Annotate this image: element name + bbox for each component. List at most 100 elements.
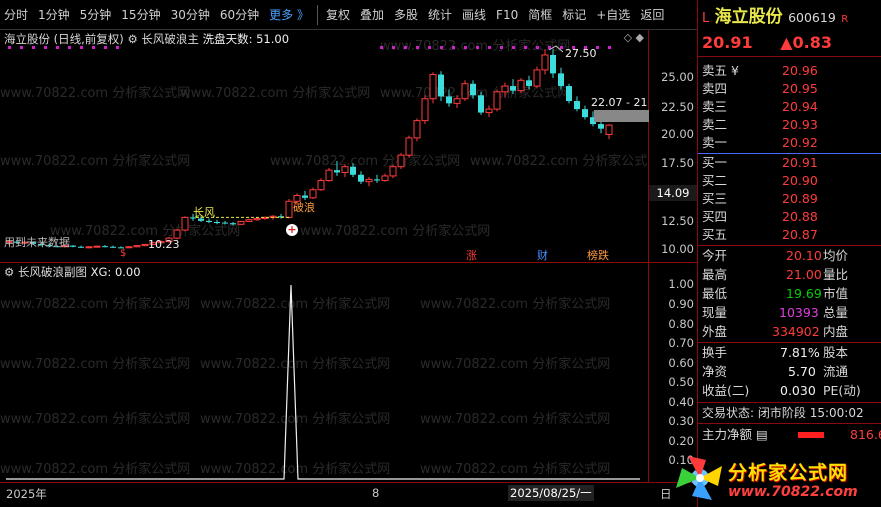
sub-indicator-chart[interactable]: www.70822.com 分析家公式网 www.70822.com 分析家公式… <box>0 262 648 482</box>
signal-dot <box>560 46 563 49</box>
signal-dot <box>8 46 11 49</box>
candle-body <box>405 137 413 156</box>
stat2-row: 收益(二) 0.030 PE(动) <box>702 382 861 400</box>
kline-chart[interactable]: www.70822.com 分析家公式网 www.70822.com 分析家公式… <box>0 30 648 262</box>
signal-dot <box>104 46 107 49</box>
buy-signal-icon[interactable]: + <box>286 224 298 236</box>
signal-dot <box>380 46 383 49</box>
y-tick: 25.00 <box>661 70 694 84</box>
ask-price: 20.93 <box>782 117 818 132</box>
back-button[interactable]: 返回 <box>635 4 669 26</box>
mark-button[interactable]: 标记 <box>557 4 591 26</box>
stat-label-2: 均价 <box>823 248 849 263</box>
y-tick: 1.00 <box>668 277 694 291</box>
candle-body <box>214 222 220 223</box>
y-tick: 22.50 <box>661 100 694 114</box>
stat-row: 外盘 334902 内盘 <box>702 323 848 341</box>
candle-body <box>309 189 317 199</box>
signal-dot <box>476 46 479 49</box>
signal-dot <box>92 46 95 49</box>
stat-value: 334902 <box>772 324 820 339</box>
bid-price: 20.87 <box>782 227 818 242</box>
divider <box>698 245 881 246</box>
candle-body <box>374 179 380 181</box>
event-cai-marker[interactable]: 财 <box>537 247 548 262</box>
candle-body <box>510 86 516 91</box>
stat2-row: 净资 5.70 流通 <box>702 363 848 381</box>
ask-price: 20.96 <box>782 63 818 78</box>
event-bang-marker[interactable]: 榜跌 <box>587 247 609 262</box>
candle-body <box>566 86 572 102</box>
candle-body <box>446 96 452 104</box>
overlay-button[interactable]: 叠加 <box>355 4 389 26</box>
candle-body <box>598 124 604 129</box>
y-tick: 0.60 <box>668 356 694 370</box>
candle-body <box>558 73 564 87</box>
bid-label: 买五 <box>702 227 728 242</box>
multi-stock-button[interactable]: 多股 <box>389 4 423 26</box>
candle-body <box>470 83 476 96</box>
candle-body <box>501 85 509 93</box>
tab-5min[interactable]: 5分钟 <box>75 4 117 26</box>
stat-label-2: 内盘 <box>823 324 849 339</box>
ask-label: 卖一 <box>702 135 728 150</box>
candle-body <box>429 74 437 100</box>
more-periods-button[interactable]: 更多 》 <box>264 4 314 26</box>
net-flow-label: 主力净额 <box>702 427 753 442</box>
candle-body <box>358 174 364 182</box>
bid-row: 买四 20.88 <box>702 208 818 226</box>
draw-line-button[interactable]: 画线 <box>457 4 491 26</box>
candle-body <box>517 79 525 92</box>
stock-code: 600619 <box>788 10 836 25</box>
y-tick: 0.70 <box>668 336 694 350</box>
tab-fenshi[interactable]: 分时 <box>0 4 33 26</box>
stat-label-2: 量比 <box>823 267 849 282</box>
event-s-marker[interactable]: $ <box>120 248 126 259</box>
candle-body <box>102 246 108 248</box>
xg-signal-line <box>6 284 640 480</box>
tab-30min[interactable]: 30分钟 <box>166 4 215 26</box>
net-flow-bar <box>798 432 824 438</box>
bid-price: 20.89 <box>782 191 818 206</box>
ask-row: 卖一 20.92 <box>702 134 818 152</box>
y-tick: 20.00 <box>661 127 694 141</box>
candle-body <box>93 245 101 248</box>
tab-15min[interactable]: 15分钟 <box>116 4 165 26</box>
candle-body <box>341 166 349 173</box>
f10-button[interactable]: F10 <box>491 4 523 26</box>
bid-label: 买三 <box>702 191 728 206</box>
candle-body <box>582 109 588 118</box>
trade-state-label: 交易状态: <box>702 406 755 420</box>
divider <box>698 402 881 403</box>
stat-label: 收益(二) <box>702 383 750 398</box>
net-flow-icon[interactable]: ▤ <box>756 427 768 442</box>
restore-rights-button[interactable]: 复权 <box>321 4 355 26</box>
ask-row: 卖三 20.94 <box>702 98 818 116</box>
event-zhang-marker[interactable]: 涨 <box>466 247 477 262</box>
tab-1min[interactable]: 1分钟 <box>33 4 75 26</box>
y-tick: 0.80 <box>668 317 694 331</box>
signal-dot <box>608 46 611 49</box>
low-price-label: 10.23 <box>148 238 180 251</box>
net-flow-row[interactable]: 主力净额 ▤ 816.6 <box>702 426 881 444</box>
tab-60min[interactable]: 60分钟 <box>215 4 264 26</box>
bid-price: 20.91 <box>782 155 818 170</box>
signal-dot <box>500 46 503 49</box>
stat-label: 净资 <box>702 364 728 379</box>
y-tick: 0.20 <box>668 434 694 448</box>
simple-frame-button[interactable]: 简框 <box>523 4 557 26</box>
candle-body <box>605 124 613 135</box>
signal-dot <box>428 46 431 49</box>
toolbar-divider <box>316 4 318 25</box>
last-price: 20.91 <box>702 33 753 52</box>
y-tick: 0.40 <box>668 395 694 409</box>
stat-label: 最高 <box>702 267 728 282</box>
add-watchlist-button[interactable]: +自选 <box>591 4 635 26</box>
candle-body <box>206 220 212 222</box>
price-change: ▲0.83 <box>780 33 832 52</box>
signal-dot <box>488 46 491 49</box>
statistics-button[interactable]: 统计 <box>423 4 457 26</box>
candle-body <box>550 54 556 74</box>
stat-value: 21.00 <box>786 267 822 282</box>
stat-label-2: 流通 <box>823 364 849 379</box>
